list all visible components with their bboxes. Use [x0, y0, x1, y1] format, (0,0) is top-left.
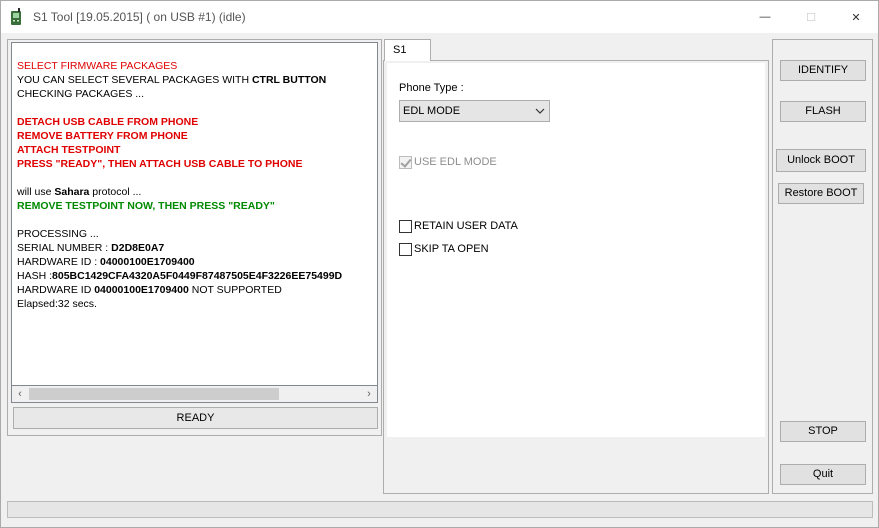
- log-line: REMOVE BATTERY FROM PHONE: [17, 130, 188, 142]
- scroll-right-icon[interactable]: ›: [361, 386, 377, 402]
- title-bar[interactable]: S1 Tool [19.05.2015] ( on USB #1) (idle)…: [1, 1, 878, 33]
- log-output[interactable]: SELECT FIRMWARE PACKAGES YOU CAN SELECT …: [11, 42, 378, 386]
- log-line: Elapsed:32 secs.: [17, 298, 97, 310]
- phone-app-icon: [10, 8, 22, 26]
- log-line: YOU CAN SELECT SEVERAL PACKAGES WITH CTR…: [17, 74, 327, 86]
- checkbox-checked-disabled: [399, 155, 412, 169]
- tab-content: Phone Type : EDL MODE USE EDL MODE RETAI…: [383, 60, 769, 494]
- log-line: SERIAL NUMBER : D2D8E0A7: [17, 242, 165, 254]
- tab-area: S1 Phone Type : EDL MODE USE EDL MODE RE…: [383, 39, 769, 494]
- log-panel: SELECT FIRMWARE PACKAGES YOU CAN SELECT …: [7, 39, 382, 436]
- skip-ta-open-checkbox[interactable]: SKIP TA OPEN: [399, 242, 489, 256]
- identify-button[interactable]: IDENTIFY: [780, 60, 866, 81]
- log-line: REMOVE TESTPOINT NOW, THEN PRESS "READY": [17, 200, 275, 212]
- stop-button[interactable]: STOP: [780, 421, 866, 442]
- app-window: S1 Tool [19.05.2015] ( on USB #1) (idle)…: [0, 0, 879, 528]
- phone-type-value: EDL MODE: [403, 105, 461, 117]
- restore-boot-button[interactable]: Restore BOOT: [778, 183, 864, 204]
- actions-panel: IDENTIFY FLASH Unlock BOOT Restore BOOT …: [772, 39, 873, 494]
- log-line: CHECKING PACKAGES ...: [17, 88, 144, 100]
- phone-type-select[interactable]: EDL MODE: [399, 100, 550, 122]
- log-line: DETACH USB CABLE FROM PHONE: [17, 116, 199, 128]
- chevron-down-icon: [535, 101, 545, 129]
- unlock-boot-button[interactable]: Unlock BOOT: [776, 149, 866, 172]
- log-line: HARDWARE ID 04000100E1709400 NOT SUPPORT…: [17, 284, 282, 296]
- log-line: PROCESSING ...: [17, 228, 99, 240]
- quit-button[interactable]: Quit: [780, 464, 866, 485]
- log-line: will use Sahara protocol ...: [17, 186, 142, 198]
- log-line: PRESS "READY", THEN ATTACH USB CABLE TO …: [17, 158, 303, 170]
- skip-ta-open-label: SKIP TA OPEN: [414, 243, 489, 255]
- log-line: HARDWARE ID : 04000100E1709400: [17, 256, 195, 268]
- tab-s1[interactable]: S1: [384, 39, 431, 61]
- options-panel: Phone Type : EDL MODE USE EDL MODE RETAI…: [387, 63, 765, 437]
- use-edl-mode-label: USE EDL MODE: [414, 156, 497, 168]
- log-line: SELECT FIRMWARE PACKAGES: [17, 60, 178, 72]
- checkbox-box[interactable]: [399, 219, 412, 233]
- maximize-button[interactable]: ☐: [788, 1, 834, 33]
- window-title: S1 Tool [19.05.2015] ( on USB #1) (idle): [33, 10, 246, 24]
- minimize-button[interactable]: —: [742, 1, 788, 33]
- minimize-icon: —: [759, 11, 771, 23]
- progress-bar: [7, 501, 873, 518]
- horizontal-scrollbar[interactable]: ‹ ›: [11, 386, 378, 403]
- scrollbar-thumb[interactable]: [29, 388, 279, 400]
- use-edl-mode-checkbox: USE EDL MODE: [399, 155, 497, 169]
- close-button[interactable]: ✕: [833, 1, 879, 33]
- log-line: HASH :805BC1429CFA4320A5F0449F87487505E4…: [17, 270, 343, 282]
- checkbox-box[interactable]: [399, 242, 412, 256]
- ready-status[interactable]: READY: [13, 407, 378, 429]
- log-line: ATTACH TESTPOINT: [17, 144, 121, 156]
- scroll-left-icon[interactable]: ‹: [12, 386, 28, 402]
- flash-button[interactable]: FLASH: [780, 101, 866, 122]
- phone-type-label: Phone Type :: [399, 82, 464, 94]
- retain-user-data-label: RETAIN USER DATA: [414, 220, 518, 232]
- maximize-icon: ☐: [806, 11, 816, 24]
- retain-user-data-checkbox[interactable]: RETAIN USER DATA: [399, 219, 518, 233]
- close-icon: ✕: [851, 11, 861, 24]
